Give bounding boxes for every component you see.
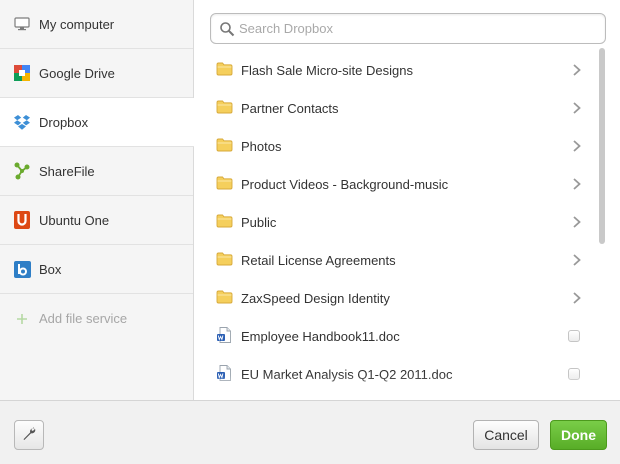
search-input[interactable] xyxy=(239,21,599,36)
folder-row[interactable]: Flash Sale Micro-site Designs xyxy=(195,51,600,89)
box-icon xyxy=(13,260,31,278)
done-button[interactable]: Done xyxy=(550,420,607,450)
folder-icon xyxy=(216,214,233,231)
chevron-right-icon[interactable] xyxy=(571,101,583,115)
folder-icon xyxy=(216,176,233,193)
file-name: Public xyxy=(241,214,277,230)
folder-row[interactable]: Photos xyxy=(195,127,600,165)
chevron-right-icon[interactable] xyxy=(571,139,583,153)
wrench-icon xyxy=(21,426,37,445)
chevron-right-icon[interactable] xyxy=(571,177,583,191)
folder-row[interactable]: Partner Contacts xyxy=(195,89,600,127)
cancel-button[interactable]: Cancel xyxy=(473,420,539,450)
document-icon xyxy=(216,364,233,384)
sidebar-item-label: My computer xyxy=(39,16,115,32)
folder-icon xyxy=(216,138,233,155)
folder-row[interactable]: Product Videos - Background-music xyxy=(195,165,600,203)
chevron-right-icon[interactable] xyxy=(571,63,583,77)
search-box[interactable] xyxy=(210,13,606,44)
file-name: Partner Contacts xyxy=(241,100,339,116)
sidebar-item-label: Ubuntu One xyxy=(39,212,110,228)
file-select-checkbox[interactable] xyxy=(568,330,580,342)
sidebar-item-label: Box xyxy=(39,261,62,277)
file-name: EU Market Analysis Q1-Q2 2011.doc xyxy=(241,366,453,382)
sidebar-item-ubuntu-one[interactable]: Ubuntu One xyxy=(0,196,193,245)
folder-icon xyxy=(216,290,233,307)
file-name: Flash Sale Micro-site Designs xyxy=(241,62,413,78)
dialog-footer: Cancel Done xyxy=(0,400,620,464)
sharefile-icon xyxy=(13,162,31,180)
folder-row[interactable]: Public xyxy=(195,203,600,241)
sidebar-item-sharefile[interactable]: ShareFile xyxy=(0,147,193,196)
dropbox-icon xyxy=(13,113,31,131)
document-icon xyxy=(216,326,233,346)
chevron-right-icon[interactable] xyxy=(571,291,583,305)
folder-row[interactable]: ZaxSpeed Design Identity xyxy=(195,279,600,317)
settings-button[interactable] xyxy=(14,420,44,450)
chevron-right-icon[interactable] xyxy=(571,253,583,267)
service-sidebar: My computer Google Drive Dropbox ShareFi… xyxy=(0,0,194,400)
file-name: Retail License Agreements xyxy=(241,252,396,268)
add-file-service-label: Add file service xyxy=(39,311,128,326)
folder-icon xyxy=(216,252,233,269)
file-name: ZaxSpeed Design Identity xyxy=(241,290,390,306)
google-drive-icon xyxy=(13,64,31,82)
file-name: Employee Handbook11.doc xyxy=(241,328,400,344)
sidebar-item-dropbox[interactable]: Dropbox xyxy=(0,98,194,147)
file-name: Photos xyxy=(241,138,282,154)
file-row[interactable]: Employee Handbook11.doc xyxy=(195,317,600,355)
plus-icon xyxy=(13,310,31,328)
file-list: Flash Sale Micro-site Designs Partner Co… xyxy=(195,51,600,393)
file-row[interactable]: EU Market Analysis Q1-Q2 2011.doc xyxy=(195,355,600,393)
add-file-service-button[interactable]: Add file service xyxy=(0,294,193,343)
folder-icon xyxy=(216,100,233,117)
sidebar-item-label: ShareFile xyxy=(39,163,95,179)
ubuntu-one-icon xyxy=(13,211,31,229)
sidebar-item-google-drive[interactable]: Google Drive xyxy=(0,49,193,98)
folder-row[interactable]: Retail License Agreements xyxy=(195,241,600,279)
folder-icon xyxy=(216,62,233,79)
sidebar-item-box[interactable]: Box xyxy=(0,245,193,294)
sidebar-item-my-computer[interactable]: My computer xyxy=(0,0,193,49)
search-icon xyxy=(219,21,235,37)
scrollbar-thumb[interactable] xyxy=(599,48,605,244)
sidebar-item-label: Dropbox xyxy=(39,114,89,130)
monitor-icon xyxy=(13,15,31,33)
file-browser: Flash Sale Micro-site Designs Partner Co… xyxy=(195,0,620,400)
sidebar-item-label: Google Drive xyxy=(39,65,115,81)
chevron-right-icon[interactable] xyxy=(571,215,583,229)
file-name: Product Videos - Background-music xyxy=(241,176,449,192)
file-select-checkbox[interactable] xyxy=(568,368,580,380)
